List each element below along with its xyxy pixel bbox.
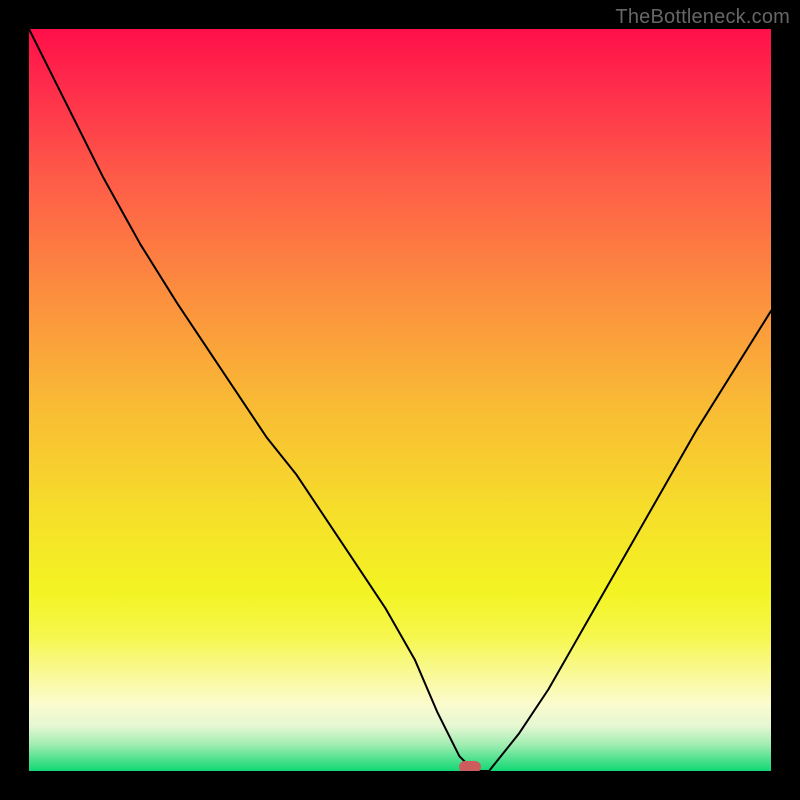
attribution-label: TheBottleneck.com — [615, 6, 790, 29]
bottleneck-curve — [29, 29, 771, 771]
curve-overlay — [29, 29, 771, 771]
chart-frame: TheBottleneck.com — [0, 0, 800, 800]
optimal-point-marker — [459, 761, 481, 771]
plot-area — [29, 29, 771, 771]
